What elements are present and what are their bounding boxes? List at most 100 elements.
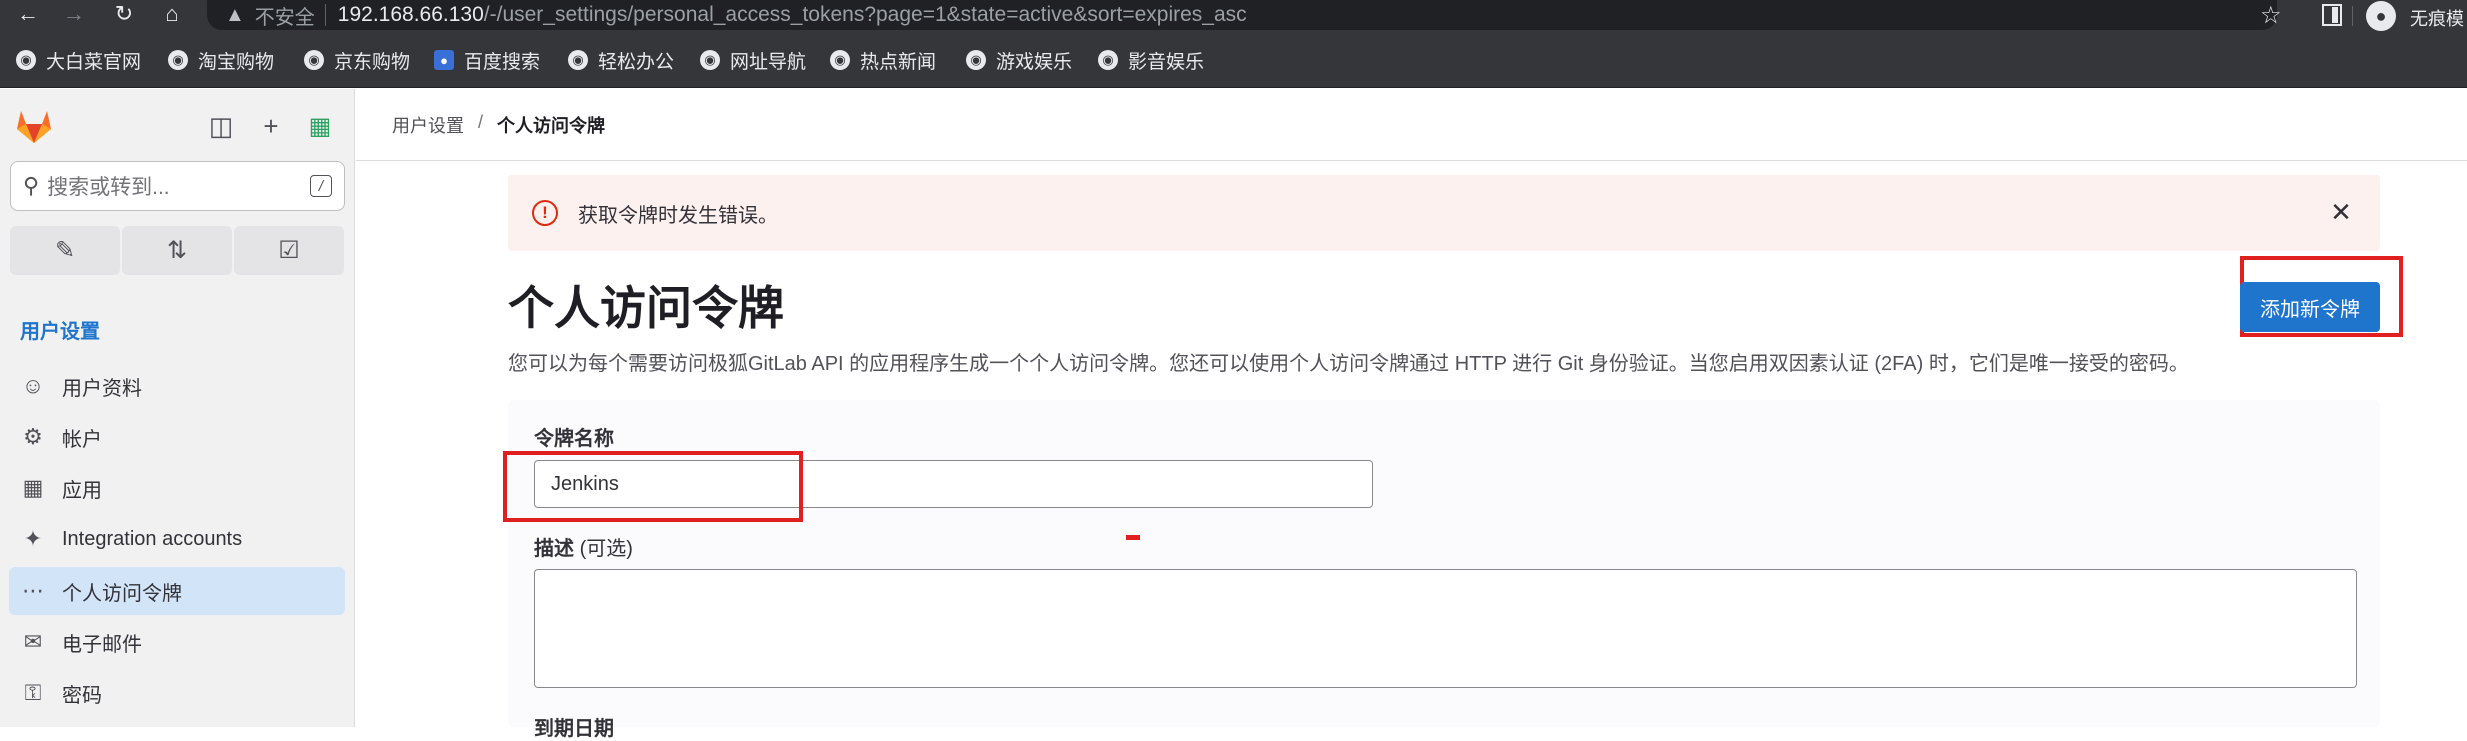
sidebar-item-account[interactable]: ⚙ 帐户 [9, 413, 345, 461]
globe-icon: ◉ [168, 50, 188, 70]
sidebar: ◫ + ▦ ⚲ 搜索或转到... / ✎ ⇅ ☑ 用户设置 ☺ 用户资料 ⚙ 帐… [0, 89, 355, 727]
bookmark-item[interactable]: ◉ 网址导航 [700, 46, 806, 74]
globe-icon: ◉ [700, 50, 720, 70]
sidebar-item-label: Integration accounts [62, 527, 243, 550]
plus-icon[interactable]: + [254, 109, 288, 143]
globe-icon: ◉ [16, 50, 36, 70]
bookmark-item[interactable]: ◉ 大白菜官网 [16, 46, 141, 74]
sidebar-item-label: 个人访问令牌 [62, 582, 182, 605]
globe-icon: ◉ [966, 50, 986, 70]
bookmark-label: 影音娱乐 [1128, 51, 1205, 73]
sidebar-section-title: 用户设置 [20, 321, 100, 343]
side-panel-icon[interactable] [2322, 4, 2342, 26]
merge-request-icon: ⇅ [166, 237, 188, 264]
sidebar-item-access-tokens[interactable]: ⋯ 个人访问令牌 [9, 567, 345, 615]
back-arrow-icon[interactable]: ← [12, 0, 44, 28]
error-icon: ! [532, 200, 558, 226]
add-new-token-button[interactable]: 添加新令牌 [2240, 282, 2380, 332]
sidebar-item-label: 密码 [62, 684, 102, 707]
error-alert: ! 获取令牌时发生错误。 ✕ [508, 175, 2380, 251]
sidebar-toggle-icon[interactable]: ◫ [204, 109, 238, 143]
toolbar-divider [2352, 6, 2353, 26]
bookmark-label: 淘宝购物 [198, 51, 275, 73]
address-bar[interactable]: ▲ 不安全 192.168.66.130 /-/user_settings/pe… [207, 0, 2277, 30]
bookmark-item[interactable]: ◉ 轻松办公 [568, 46, 674, 74]
sidebar-item-emails[interactable]: ✉ 电子邮件 [9, 618, 345, 666]
lock-icon: ⚿ [24, 680, 42, 705]
issues-button[interactable]: ✎ [10, 226, 120, 275]
page-title: 个人访问令牌 [508, 282, 784, 334]
globe-icon: ◉ [304, 50, 324, 70]
breadcrumb-separator: / [478, 112, 484, 132]
description-label: 描述 (可选) [534, 532, 633, 561]
bookmark-item[interactable]: ◉ 游戏娱乐 [966, 46, 1072, 74]
incognito-label: 无痕模 [2410, 9, 2464, 29]
bookmark-label: 百度搜索 [464, 51, 541, 73]
sidebar-item-integration-accounts[interactable]: ✦ Integration accounts [9, 515, 345, 563]
page-description: 您可以为每个需要访问极狐GitLab API 的应用程序生成一个个人访问令牌。您… [508, 353, 2189, 375]
sidebar-item-applications[interactable]: ▦ 应用 [9, 464, 345, 512]
sidebar-item-label: 应用 [62, 479, 102, 502]
forward-arrow-icon[interactable]: → [58, 0, 90, 28]
plug-icon: ✦ [23, 526, 43, 551]
optional-label: (可选) [579, 538, 633, 560]
annotation-mark [1126, 535, 1140, 540]
url-host: 192.168.66.130 [337, 3, 484, 26]
bookmark-item[interactable]: ◉ 京东购物 [304, 46, 410, 74]
url-path: /-/user_settings/personal_access_tokens?… [483, 3, 1247, 26]
bookmark-item[interactable]: ◉ 淘宝购物 [168, 46, 274, 74]
description-textarea[interactable] [534, 569, 2357, 688]
warning-triangle-icon: ▲ [225, 3, 245, 26]
merge-requests-button[interactable]: ⇅ [122, 226, 232, 275]
bookmark-label: 轻松办公 [598, 51, 675, 73]
globe-icon: ◉ [568, 50, 588, 70]
bookmark-label: 网址导航 [730, 51, 807, 73]
gitlab-logo-icon[interactable] [14, 107, 54, 145]
bookmark-label: 热点新闻 [860, 51, 937, 73]
sidebar-item-label: 帐户 [62, 428, 102, 451]
avatar[interactable]: ▦ [303, 109, 337, 143]
shortcut-slash-icon: / [310, 175, 332, 197]
globe-icon: ◉ [830, 50, 850, 70]
baidu-paw-icon: ● [434, 50, 454, 70]
sidebar-item-profile[interactable]: ☺ 用户资料 [9, 362, 345, 410]
bookmark-label: 大白菜官网 [46, 51, 142, 73]
header-divider [356, 160, 2467, 161]
search-placeholder: 搜索或转到... [47, 176, 170, 199]
applications-icon: ▦ [22, 475, 44, 500]
todo-check-icon: ☑ [278, 237, 300, 264]
breadcrumb-current[interactable]: 个人访问令牌 [497, 112, 605, 138]
breadcrumb: 用户设置 / 个人访问令牌 [392, 112, 605, 138]
search-box[interactable]: ⚲ 搜索或转到... / [10, 161, 345, 211]
bookmarks-bar: ◉ 大白菜官网 ◉ 淘宝购物 ◉ 京东购物 ● 百度搜索 ◉ 轻松办公 ◉ 网址导航 ◉ 热点… [0, 32, 2467, 88]
annotation-highlight-box [503, 451, 803, 522]
incognito-icon[interactable]: ● [2366, 1, 2396, 31]
bookmark-item[interactable]: ◉ 热点新闻 [830, 46, 936, 74]
profile-icon: ☺ [21, 373, 45, 398]
description-label-text: 描述 [534, 538, 574, 560]
globe-icon: ◉ [1098, 50, 1118, 70]
address-divider [324, 4, 326, 26]
search-icon: ⚲ [23, 173, 40, 198]
browser-toolbar: ← → ↻ ⌂ ▲ 不安全 192.168.66.130 /-/user_set… [0, 0, 2467, 32]
token-icon: ⋯ [22, 578, 44, 603]
home-icon[interactable]: ⌂ [156, 0, 188, 28]
reload-icon[interactable]: ↻ [108, 0, 140, 28]
breadcrumb-parent-link[interactable]: 用户设置 [392, 112, 464, 138]
bookmark-label: 京东购物 [334, 51, 411, 73]
sidebar-item-password[interactable]: ⚿ 密码 [9, 669, 345, 717]
mail-icon: ✉ [23, 629, 43, 654]
bookmark-star-icon[interactable]: ☆ [2260, 1, 2282, 30]
issues-icon: ✎ [54, 237, 76, 264]
token-name-label: 令牌名称 [534, 428, 614, 450]
insecure-label: 不安全 [254, 6, 315, 29]
bookmark-label: 游戏娱乐 [996, 51, 1073, 73]
bookmark-item[interactable]: ◉ 影音娱乐 [1098, 46, 1204, 74]
alert-message: 获取令牌时发生错误。 [578, 204, 778, 227]
todos-button[interactable]: ☑ [234, 226, 344, 275]
bookmark-item[interactable]: ● 百度搜索 [434, 46, 540, 74]
account-icon: ⚙ [23, 424, 43, 449]
sidebar-item-label: 电子邮件 [62, 633, 142, 656]
close-icon[interactable]: ✕ [2324, 195, 2358, 229]
sidebar-item-label: 用户资料 [62, 377, 142, 400]
